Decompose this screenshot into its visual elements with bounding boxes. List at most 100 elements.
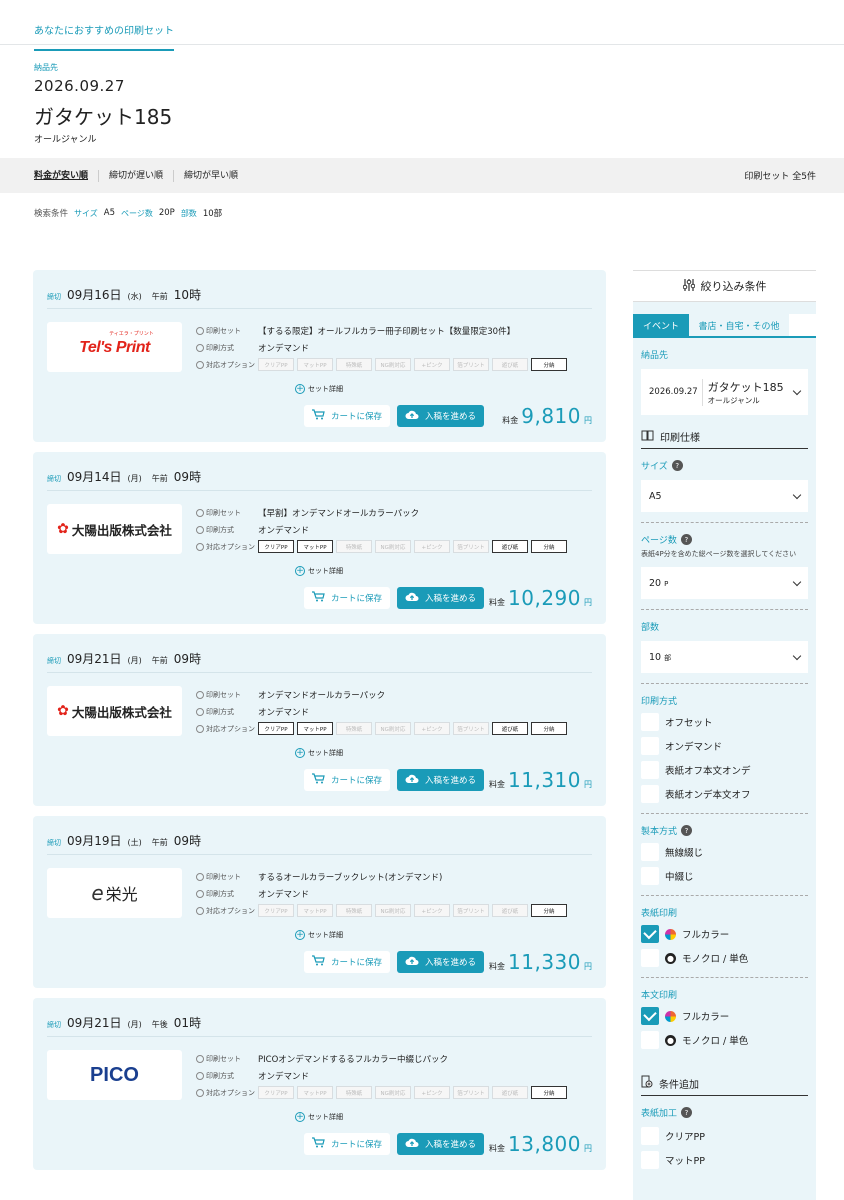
submit-manuscript-button[interactable]: 入稿を進める	[397, 587, 484, 609]
sort-price-asc[interactable]: 料金が安い順	[24, 170, 98, 182]
finish-clearpp-option[interactable]: クリアPP	[641, 1127, 808, 1145]
method-option-label: オフセット	[665, 718, 713, 729]
delivery-event-genre: オールジャンル	[707, 395, 760, 405]
deadline-weekday: (水)	[127, 292, 142, 301]
set-detail-link[interactable]: + セット詳細	[295, 1112, 343, 1122]
submit-manuscript-button[interactable]: 入稿を進める	[397, 1133, 484, 1155]
sort-deadline-late[interactable]: 締切が遅い順	[98, 169, 173, 182]
submit-manuscript-button[interactable]: 入稿を進める	[397, 405, 484, 427]
set-detail-link[interactable]: + セット詳細	[295, 384, 343, 394]
submit-label: 入稿を進める	[424, 776, 476, 786]
price-label: 料金	[502, 416, 519, 425]
page-select[interactable]: 20 P	[641, 567, 808, 599]
size-select[interactable]: A5	[641, 480, 808, 512]
method-option[interactable]: オフセット	[641, 713, 808, 731]
method-option[interactable]: オンデマンド	[641, 737, 808, 755]
checkbox[interactable]	[641, 1031, 659, 1049]
option-badge: 特殊紙	[336, 1086, 372, 1099]
checkbox[interactable]	[641, 1127, 659, 1145]
print-set-card: 締切 09月21日 (月) 午後 01時 PICO 印刷セット PICOオンデマンドするるフル…	[33, 998, 606, 1170]
set-detail-link[interactable]: + セット詳細	[295, 930, 343, 940]
price-label: 料金	[489, 780, 506, 789]
price-unit: 円	[584, 598, 592, 607]
save-to-cart-button[interactable]: カートに保存	[304, 405, 390, 427]
deadline-hour: 09時	[173, 470, 202, 484]
binding-option[interactable]: 無線綴じ	[641, 843, 808, 861]
option-badge: NG刷対応	[375, 1086, 411, 1099]
option-list: クリアPP マットPP 特殊紙 NG刷対応 +ピンク 箔プリント 遊び紙 分納	[258, 904, 567, 917]
tab-event[interactable]: イベント	[633, 314, 689, 336]
set-detail-text: セット詳細	[308, 567, 343, 575]
deadline: 締切 09月21日 (月) 午後 01時	[47, 1014, 201, 1031]
set-row: 印刷セット 【早割】オンデマンドオールカラーパック	[196, 504, 567, 521]
save-to-cart-button[interactable]: カートに保存	[304, 951, 390, 973]
flower-icon: ✿	[57, 703, 69, 719]
event-header: 納品先 2026.09.27 ガタケット185 オールジャンル	[0, 45, 844, 145]
divider	[47, 308, 592, 309]
checkbox[interactable]	[641, 737, 659, 755]
help-icon[interactable]: ?	[671, 460, 683, 471]
checkbox[interactable]	[641, 1151, 659, 1169]
divider	[641, 609, 808, 610]
tab-other[interactable]: 書店・自宅・その他	[689, 314, 789, 336]
delivery-select[interactable]: 2026.09.27 ガタケット185 オールジャンル	[641, 369, 808, 415]
deadline-hour: 09時	[173, 834, 202, 848]
checkbox[interactable]	[641, 867, 659, 885]
submit-manuscript-button[interactable]: 入稿を進める	[397, 769, 484, 791]
cover-mono-option[interactable]: ● モノクロ / 単色	[641, 949, 808, 967]
checkbox[interactable]	[641, 949, 659, 967]
option-badge: 箔プリント	[453, 540, 489, 553]
result-list: 締切 09月16日 (水) 午前 10時 ティエラ・プリント Tel's Print 印刷セッ…	[33, 270, 606, 1180]
divider	[641, 813, 808, 814]
set-row: 印刷セット 【するる限定】オールフルカラー冊子印刷セット【数量限定30件】	[196, 322, 567, 339]
plus-circle-icon	[196, 508, 204, 517]
save-to-cart-button[interactable]: カートに保存	[304, 587, 390, 609]
save-to-cart-button[interactable]: カートに保存	[304, 769, 390, 791]
set-detail-link[interactable]: + セット詳細	[295, 566, 343, 576]
set-key: 印刷セット	[196, 326, 258, 336]
checkbox[interactable]	[641, 761, 659, 779]
set-detail-link[interactable]: + セット詳細	[295, 748, 343, 758]
cover-mono-label: モノクロ / 単色	[682, 954, 749, 965]
price-unit: 円	[584, 962, 592, 971]
cover-fullcolor-option[interactable]: フルカラー	[641, 925, 808, 943]
conditions-label: 検索条件	[34, 209, 69, 219]
option-badge: +ピンク	[414, 540, 450, 553]
help-icon[interactable]: ?	[681, 825, 693, 836]
tab-recommended[interactable]: あなたにおすすめの印刷セット	[34, 22, 174, 51]
printer-logo: ティエラ・プリント Tel's Print	[47, 322, 182, 372]
divider	[641, 522, 808, 523]
submit-manuscript-button[interactable]: 入稿を進める	[397, 951, 484, 973]
body-fullcolor-option[interactable]: フルカラー	[641, 1007, 808, 1025]
binding-option[interactable]: 中綴じ	[641, 867, 808, 885]
options-key-text: 対応オプション	[206, 724, 255, 733]
checkbox[interactable]	[641, 843, 659, 861]
deadline-ampm: 午前	[151, 656, 168, 665]
submit-label: 入稿を進める	[424, 1140, 476, 1150]
help-icon[interactable]: ?	[680, 534, 692, 545]
sort-deadline-early[interactable]: 締切が早い順	[173, 169, 248, 182]
printer-icon	[196, 889, 204, 898]
checkbox-checked[interactable]	[641, 1007, 659, 1025]
add-condition-title: 条件追加	[659, 1079, 699, 1091]
option-badge: クリアPP	[258, 358, 294, 371]
checkbox[interactable]	[641, 713, 659, 731]
finish-mattepp-option[interactable]: マットPP	[641, 1151, 808, 1169]
save-to-cart-button[interactable]: カートに保存	[304, 1133, 390, 1155]
method-option[interactable]: 表紙オフ本文オンデ	[641, 761, 808, 779]
logo-text: Tel's Print	[79, 339, 150, 356]
finish-mattepp-label: マットPP	[665, 1156, 705, 1167]
printer-logo: ✿ 大陽出版株式会社	[47, 504, 182, 554]
price-unit: 円	[584, 780, 592, 789]
method-option[interactable]: 表紙オンデ本文オフ	[641, 785, 808, 803]
checkbox[interactable]	[641, 785, 659, 803]
options-key-text: 対応オプション	[206, 906, 255, 915]
copies-key: 部数	[180, 208, 197, 218]
copies-select[interactable]: 10 部	[641, 641, 808, 673]
body-mono-option[interactable]: ● モノクロ / 単色	[641, 1031, 808, 1049]
help-icon[interactable]: ?	[681, 1107, 693, 1118]
checkbox-checked[interactable]	[641, 925, 659, 943]
method-options: オフセットオンデマンド 表紙オフ本文オンデ 表紙オンデ本文オフ	[641, 713, 808, 803]
set-detail-text: セット詳細	[308, 931, 343, 939]
option-badge: 遊び紙	[492, 358, 528, 371]
